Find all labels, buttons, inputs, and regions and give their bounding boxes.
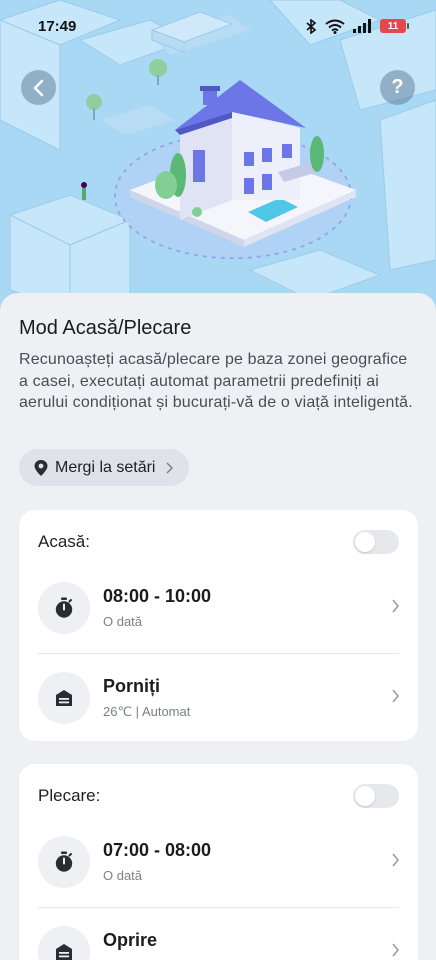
status-time: 17:49 — [38, 17, 77, 35]
status-bar: 17:49 11 — [0, 0, 436, 52]
home-toggle[interactable] — [353, 530, 399, 554]
home-action-label: Porniți — [103, 676, 160, 696]
away-card: Plecare: 07:00 - 08:00 O dată Oprire — [19, 764, 418, 960]
go-to-settings-label: Mergi la setări — [55, 458, 156, 476]
bluetooth-icon — [306, 18, 317, 34]
home-schedule-time: 08:00 - 10:00 — [103, 586, 212, 606]
toggle-knob — [355, 786, 375, 806]
chevron-left-icon — [33, 79, 43, 96]
chevron-right-icon — [166, 461, 174, 474]
main-sheet: Mod Acasă/Plecare Recunoașteți acasă/ple… — [0, 293, 436, 960]
away-toggle[interactable] — [353, 784, 399, 808]
toggle-knob — [355, 532, 375, 552]
chevron-right-icon — [392, 599, 400, 613]
away-schedule-row[interactable]: 07:00 - 08:00 O dată — [19, 818, 418, 906]
wifi-icon — [325, 19, 345, 34]
signal-icon — [353, 19, 371, 33]
timer-icon — [38, 582, 90, 634]
location-pin-icon — [34, 459, 48, 476]
away-action-row[interactable]: Oprire — [19, 908, 418, 960]
battery-icon: 11 — [380, 19, 409, 33]
back-button[interactable] — [21, 70, 56, 105]
go-to-settings-button[interactable]: Mergi la setări — [19, 449, 190, 486]
page-title: Mod Acasă/Plecare — [19, 317, 192, 339]
home-action-row[interactable]: Porniți 26℃ | Automat — [19, 654, 418, 742]
home-card-title: Acasă: — [38, 532, 90, 551]
chevron-right-icon — [392, 943, 400, 957]
home-action-detail: 26℃ | Automat — [103, 704, 191, 719]
away-card-title: Plecare: — [38, 786, 101, 805]
home-schedule-row[interactable]: 08:00 - 10:00 O dată — [19, 564, 418, 652]
away-action-label: Oprire — [103, 930, 158, 950]
home-schedule-repeat: O dată — [103, 614, 143, 629]
away-schedule-time: 07:00 - 08:00 — [103, 840, 212, 860]
chevron-right-icon — [392, 853, 400, 867]
ac-unit-icon — [38, 926, 90, 960]
chevron-right-icon — [392, 689, 400, 703]
ac-unit-icon — [38, 672, 90, 724]
timer-icon — [38, 836, 90, 888]
page-description: Recunoașteți acasă/plecare pe baza zonei… — [19, 351, 413, 411]
status-icons: 11 — [306, 18, 409, 34]
help-button[interactable]: ? — [380, 70, 415, 105]
home-card: Acasă: 08:00 - 10:00 O dată Porniți 26℃ … — [19, 510, 418, 741]
away-schedule-repeat: O dată — [103, 868, 143, 883]
